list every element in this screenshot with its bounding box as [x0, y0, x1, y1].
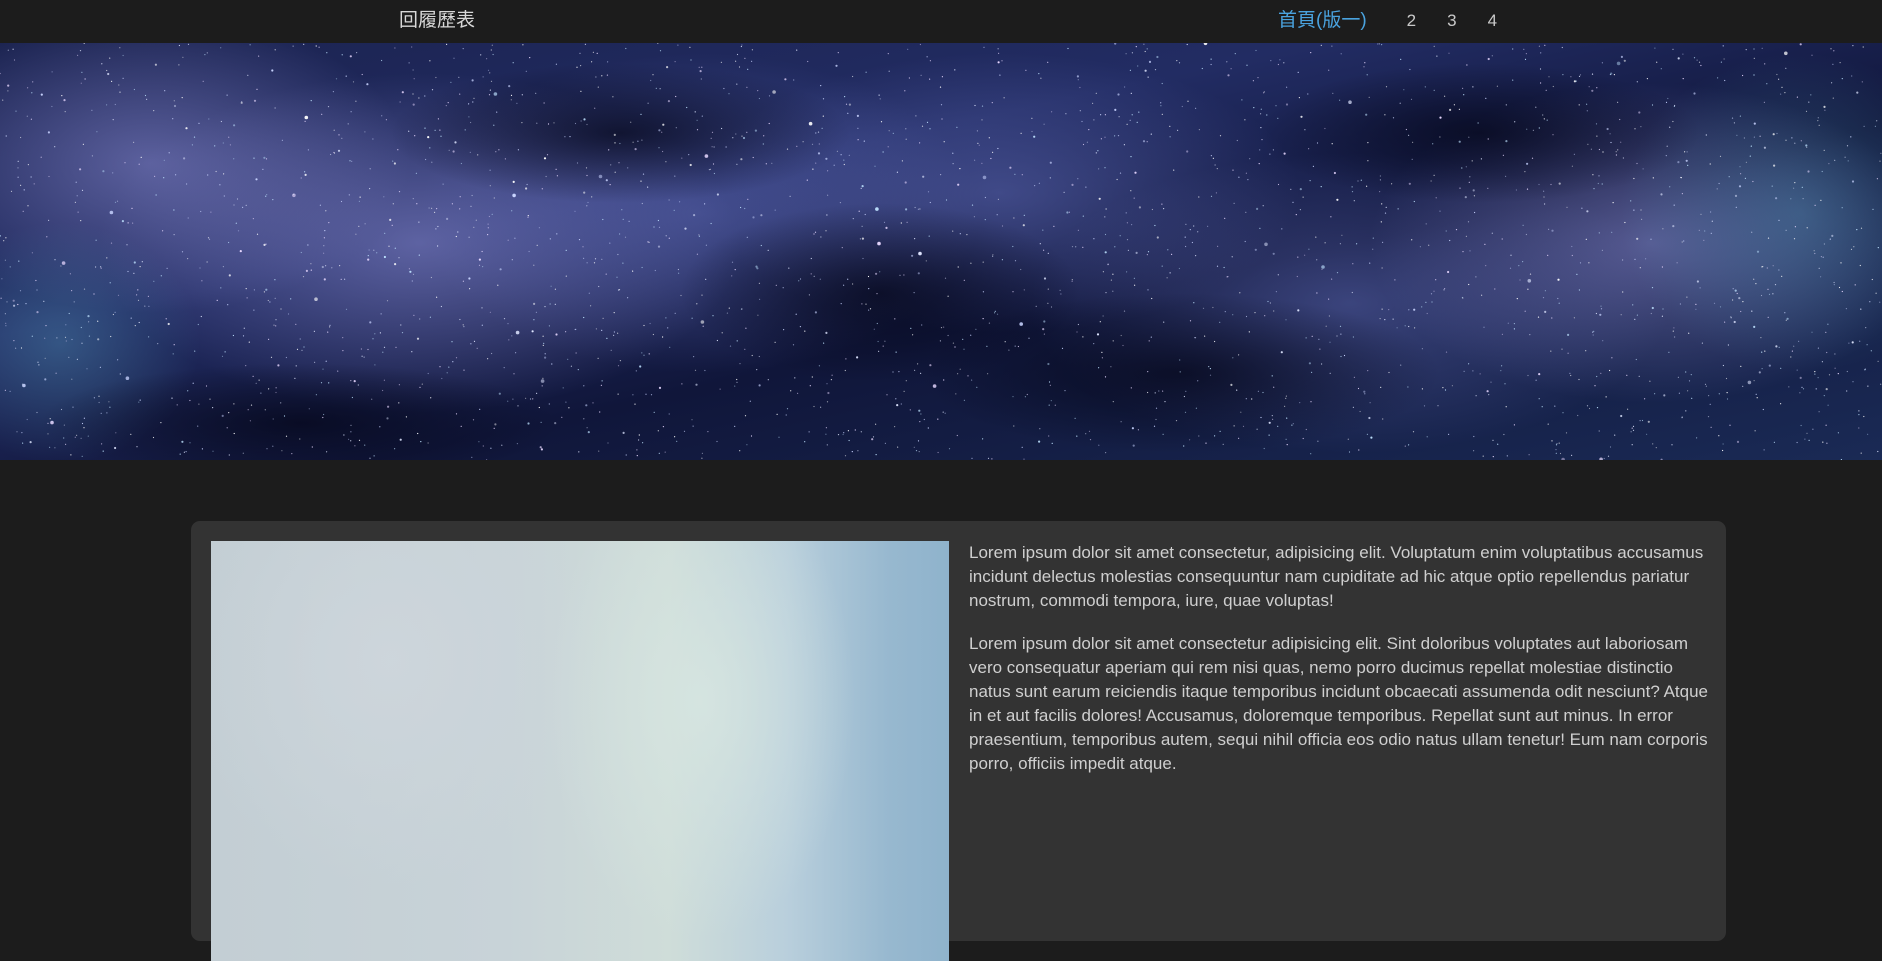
- nav-links: 首頁(版一) 2 3 4: [1278, 8, 1497, 34]
- nav-link-home[interactable]: 首頁(版一): [1278, 9, 1367, 33]
- content-card: Lorem ipsum dolor sit amet consectetur, …: [191, 521, 1726, 961]
- top-navbar: 回履歷表 首頁(版一) 2 3 4: [0, 0, 1882, 43]
- paragraph-1: Lorem ipsum dolor sit amet consectetur, …: [969, 543, 1704, 610]
- nav-link-3[interactable]: 3: [1447, 9, 1456, 33]
- nav-link-2[interactable]: 2: [1407, 9, 1416, 33]
- paragraph-2: Lorem ipsum dolor sit amet consectetur a…: [969, 634, 1709, 773]
- brand-link[interactable]: 回履歷表: [399, 8, 475, 34]
- content-text: Lorem ipsum dolor sit amet consectetur, …: [969, 541, 1709, 795]
- sky-photo: [211, 541, 949, 961]
- starfield-image: [0, 43, 1882, 460]
- hero-banner-image: [0, 43, 1882, 460]
- nav-link-4[interactable]: 4: [1488, 9, 1497, 33]
